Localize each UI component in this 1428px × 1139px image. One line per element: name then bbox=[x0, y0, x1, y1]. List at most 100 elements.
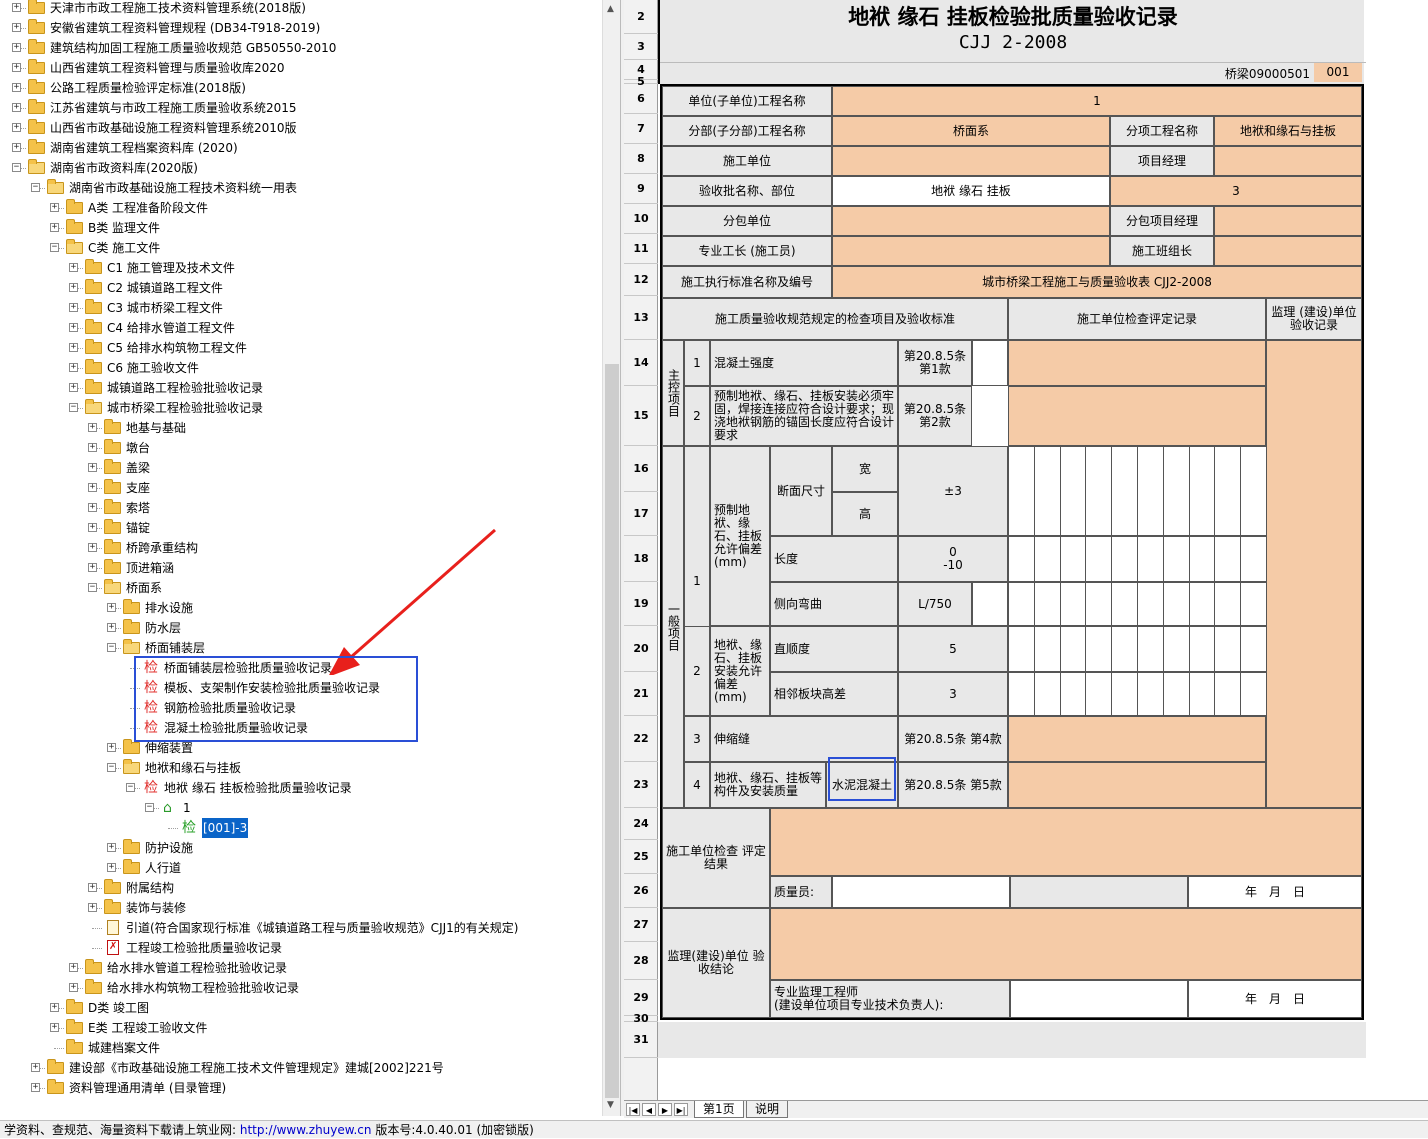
measurement-cell[interactable] bbox=[1008, 582, 1035, 626]
tree-node[interactable]: + 排水设施 bbox=[0, 598, 600, 618]
tree-node-label[interactable]: B类 监理文件 bbox=[88, 218, 160, 238]
tree-node-label[interactable]: 江苏省建筑与市政工程施工质量验收系统2015 bbox=[50, 98, 297, 118]
row-number[interactable]: 18 bbox=[624, 536, 658, 582]
engineer-value[interactable] bbox=[1010, 980, 1188, 1018]
subitem-value[interactable]: 地袱和缘石与挂板 bbox=[1214, 116, 1362, 146]
tree-node-label[interactable]: C2 城镇道路工程文件 bbox=[107, 278, 223, 298]
row-number[interactable]: 17 bbox=[624, 492, 658, 536]
tree-node-label[interactable]: 排水设施 bbox=[145, 598, 193, 618]
measurement-cell[interactable] bbox=[1137, 536, 1164, 582]
tree-node-label[interactable]: 桥面系 bbox=[126, 578, 162, 598]
exec-std-value[interactable]: 城市桥梁工程施工与质量验收表 CJJ2-2008 bbox=[832, 266, 1362, 298]
measurement-cell[interactable] bbox=[1085, 672, 1113, 716]
expand-icon[interactable]: + bbox=[69, 343, 78, 352]
expand-icon[interactable]: + bbox=[107, 603, 116, 612]
tree-node[interactable]: + C4 给排水管道工程文件 bbox=[0, 318, 600, 338]
bend-input[interactable] bbox=[972, 582, 1008, 626]
status-url[interactable]: http://www.zhuyew.cn bbox=[240, 1123, 372, 1137]
tree-node[interactable]: + 安徽省建筑工程资料管理规程 (DB34-T918-2019) bbox=[0, 18, 600, 38]
row-number[interactable]: 21 bbox=[624, 672, 658, 716]
measurement-cell[interactable] bbox=[1033, 536, 1061, 582]
row-number[interactable]: 25 bbox=[624, 840, 658, 874]
first-sheet-icon[interactable]: |◀ bbox=[626, 1103, 640, 1116]
tree-node[interactable]: + 城镇道路工程检验批验收记录 bbox=[0, 378, 600, 398]
division-value[interactable]: 桥面系 bbox=[832, 116, 1110, 146]
tree-node[interactable]: + 天津市市政工程施工技术资料管理系统(2018版) bbox=[0, 0, 600, 18]
tree-node[interactable]: − 城市桥梁工程检验批验收记录 bbox=[0, 398, 600, 418]
expand-icon[interactable]: + bbox=[88, 483, 97, 492]
tree-node-label[interactable]: E类 工程竣工验收文件 bbox=[88, 1018, 207, 1038]
tree-node-label[interactable]: 装饰与装修 bbox=[126, 898, 186, 918]
tree-node-label[interactable]: 地袱和缘石与挂板 bbox=[145, 758, 241, 778]
row-number[interactable]: 13 bbox=[624, 296, 658, 340]
row-number[interactable]: 10 bbox=[624, 204, 658, 234]
scroll-up-arrow-icon[interactable]: ▲ bbox=[607, 4, 614, 14]
tree-node-label[interactable]: 湖南省市政资料库(2020版) bbox=[50, 158, 198, 178]
tree-node-label[interactable]: D类 竣工图 bbox=[88, 998, 149, 1018]
tree-scrollbar[interactable]: ▲ ▼ bbox=[602, 0, 620, 1116]
row-number[interactable]: 24 bbox=[624, 808, 658, 840]
measurement-cell[interactable] bbox=[1188, 446, 1216, 536]
row-number[interactable]: 27 bbox=[624, 908, 658, 942]
row-number[interactable]: 11 bbox=[624, 234, 658, 264]
collapse-icon[interactable]: − bbox=[126, 783, 135, 792]
tree-node-label[interactable]: 山西省市政基础设施工程资料管理系统2010版 bbox=[50, 118, 297, 138]
row-number[interactable]: 3 bbox=[624, 34, 658, 60]
tree-node-label[interactable]: 地基与基础 bbox=[126, 418, 186, 438]
tree-node-label[interactable]: 人行道 bbox=[145, 858, 181, 878]
expand-icon[interactable]: + bbox=[69, 963, 78, 972]
measurement-cell[interactable] bbox=[1162, 672, 1190, 716]
tree-node[interactable]: 引道(符合国家现行标准《城镇道路工程与质量验收规范》CJJ1的有关规定) bbox=[0, 918, 600, 938]
measurement-cell[interactable] bbox=[1059, 536, 1087, 582]
expand-icon[interactable]: + bbox=[31, 1063, 40, 1072]
tree-node[interactable]: − 桥面铺装层 bbox=[0, 638, 600, 658]
tree-node[interactable]: − 湖南省市政资料库(2020版) bbox=[0, 158, 600, 178]
expand-icon[interactable]: + bbox=[50, 1023, 59, 1032]
measurement-cell[interactable] bbox=[1214, 672, 1242, 716]
batch-value[interactable]: 地袱 缘石 挂板 bbox=[832, 176, 1110, 206]
row-number[interactable]: 26 bbox=[624, 874, 658, 908]
expand-icon[interactable]: + bbox=[69, 363, 78, 372]
tree-node[interactable]: + 资料管理通用清单 (目录管理) bbox=[0, 1078, 600, 1098]
tree-node[interactable]: + 锚锭 bbox=[0, 518, 600, 538]
measurement-cell[interactable] bbox=[1033, 672, 1061, 716]
tree-node[interactable]: + D类 竣工图 bbox=[0, 998, 600, 1018]
measurement-cell[interactable] bbox=[1059, 446, 1087, 536]
expand-icon[interactable]: + bbox=[69, 983, 78, 992]
expand-icon[interactable]: + bbox=[69, 303, 78, 312]
measurement-cell[interactable] bbox=[1008, 626, 1035, 672]
tree-node[interactable]: + 顶进箱涵 bbox=[0, 558, 600, 578]
tree-node-label[interactable]: 山西省建筑工程资料管理与质量验收库2020 bbox=[50, 58, 285, 78]
row-number[interactable]: 28 bbox=[624, 942, 658, 980]
main-item-2-record[interactable] bbox=[1008, 386, 1266, 446]
tree-node[interactable]: + 防水层 bbox=[0, 618, 600, 638]
measurement-cell[interactable] bbox=[1111, 446, 1138, 536]
tree-node[interactable]: + A类 工程准备阶段文件 bbox=[0, 198, 600, 218]
tree-node[interactable]: − C类 施工文件 bbox=[0, 238, 600, 258]
row-number[interactable]: 15 bbox=[624, 386, 658, 446]
collapse-icon[interactable]: − bbox=[12, 163, 21, 172]
measurement-cell[interactable] bbox=[1162, 536, 1190, 582]
subcontractor-value[interactable] bbox=[832, 206, 1110, 236]
tree-node[interactable]: − 湖南省市政基础设施工程技术资料统一用表 bbox=[0, 178, 600, 198]
main-item-1-input[interactable] bbox=[972, 340, 1008, 386]
engineer-date[interactable]: 年 月 日 bbox=[1188, 980, 1362, 1018]
measurement-cell[interactable] bbox=[1137, 672, 1164, 716]
tree-node-label[interactable]: C3 城市桥梁工程文件 bbox=[107, 298, 223, 318]
tree-node[interactable]: + E类 工程竣工验收文件 bbox=[0, 1018, 600, 1038]
tree-node-label[interactable]: 盖梁 bbox=[126, 458, 150, 478]
measurement-cell[interactable] bbox=[1111, 536, 1138, 582]
tree-node-label[interactable]: 天津市市政工程施工技术资料管理系统(2018版) bbox=[50, 0, 306, 18]
tree-node-label[interactable]: 索塔 bbox=[126, 498, 150, 518]
tree-node[interactable]: 检 [001]-3 bbox=[0, 818, 600, 838]
collapse-icon[interactable]: − bbox=[107, 763, 116, 772]
expand-icon[interactable]: + bbox=[107, 623, 116, 632]
expand-icon[interactable]: + bbox=[107, 863, 116, 872]
row-number[interactable]: 19 bbox=[624, 582, 658, 626]
expand-icon[interactable]: + bbox=[12, 23, 21, 32]
tree-node-label[interactable]: 1 bbox=[183, 798, 191, 818]
sub-pm-value[interactable] bbox=[1214, 206, 1362, 236]
expand-icon[interactable]: + bbox=[12, 43, 21, 52]
measurement-cell[interactable] bbox=[1085, 446, 1113, 536]
tree-node-label[interactable]: 工程竣工检验批质量验收记录 bbox=[126, 938, 282, 958]
